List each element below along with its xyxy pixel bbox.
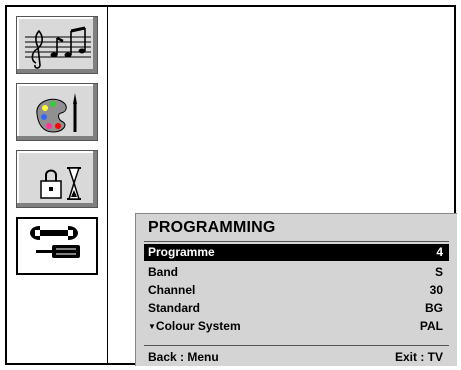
music-notes-icon — [25, 26, 91, 69]
paint-palette-icon — [36, 93, 77, 133]
title-divider — [144, 241, 449, 242]
row-label-text: Colour System — [155, 319, 241, 333]
row-value: PAL — [419, 319, 443, 333]
row-value: 4 — [436, 245, 443, 259]
programming-panel: PROGRAMMING Programme 4 Band S Channel 3… — [135, 213, 457, 366]
row-label: Channel — [148, 283, 196, 297]
row-label: Band — [148, 265, 178, 279]
footer-back-hint: Back : Menu — [148, 350, 219, 364]
sidebar-item-picture[interactable] — [16, 83, 98, 141]
row-label: Standard — [148, 301, 201, 315]
scroll-down-arrow-icon: ▼ — [148, 322, 156, 331]
sidebar-item-install[interactable] — [16, 217, 98, 275]
lock-timer-icon — [40, 167, 81, 200]
footer-exit-hint: Exit : TV — [394, 350, 443, 364]
sidebar — [7, 7, 108, 363]
row-value: BG — [425, 301, 443, 315]
menu-row-channel[interactable]: Channel 30 — [144, 282, 449, 299]
tv-menu-frame: PROGRAMMING Programme 4 Band S Channel 3… — [5, 5, 457, 366]
menu-row-programme[interactable]: Programme 4 — [144, 244, 449, 261]
footer-divider — [144, 345, 449, 346]
sidebar-item-sound[interactable] — [16, 16, 98, 74]
row-value: S — [434, 265, 443, 279]
row-value: 30 — [429, 283, 443, 297]
row-label: Programme — [148, 245, 215, 259]
menu-row-band[interactable]: Band S — [144, 264, 449, 281]
panel-title: PROGRAMMING — [148, 219, 276, 236]
row-label: ▼Colour System — [148, 319, 241, 333]
panel-footer: Back : Menu Exit : TV — [148, 350, 443, 364]
wrench-screwdriver-icon — [30, 226, 80, 258]
menu-row-colour-system[interactable]: ▼Colour System PAL — [144, 318, 449, 335]
sidebar-item-features[interactable] — [16, 150, 98, 208]
menu-row-standard[interactable]: Standard BG — [144, 300, 449, 317]
